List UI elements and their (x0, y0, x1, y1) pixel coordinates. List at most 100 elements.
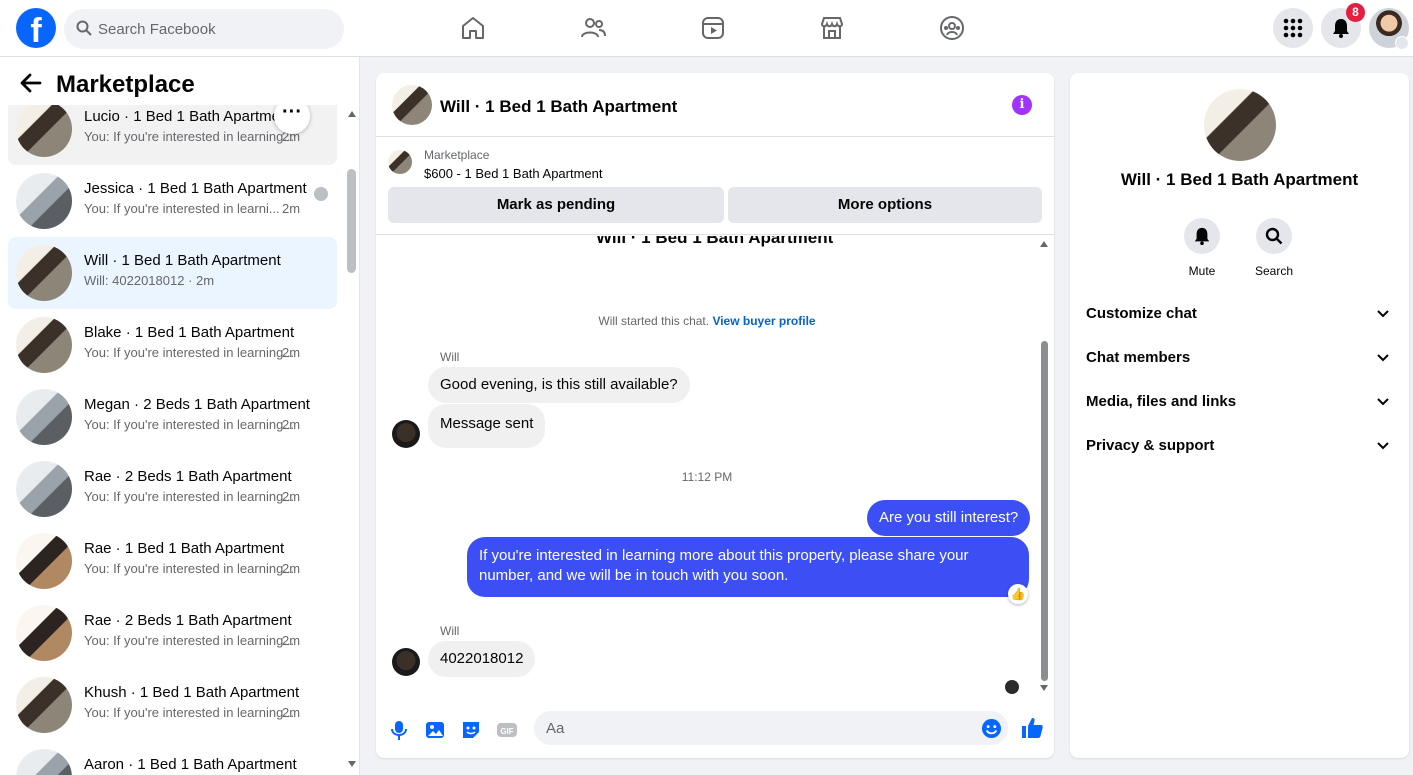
sticker-icon[interactable] (460, 719, 482, 741)
thumbs-up-reaction[interactable]: 👍 (1008, 584, 1028, 604)
notification-count-badge: 8 (1346, 3, 1365, 22)
chat-avatar[interactable] (392, 85, 432, 125)
chat-members-row[interactable]: Chat members (1078, 336, 1401, 380)
conversation-time: 2m (282, 201, 301, 216)
listing-thumbnail (16, 605, 72, 661)
svg-text:GIF: GIF (500, 727, 513, 736)
conversation-item[interactable]: Rae · 2 Beds 1 Bath Apartment You: If yo… (8, 597, 337, 669)
listing-thumbnail (16, 245, 72, 301)
search-box[interactable] (64, 9, 344, 49)
microphone-icon[interactable] (388, 719, 410, 741)
conversation-name: Will · 1 Bed 1 Bath Apartment (84, 252, 281, 269)
bell-icon (1194, 227, 1210, 245)
chat-started-notice: Will started this chat. View buyer profi… (376, 314, 1038, 328)
timestamp-separator: 11:12 PM (681, 470, 733, 484)
chat-panel: Will · 1 Bed 1 Bath Apartment i Marketpl… (376, 73, 1054, 758)
sender-name: Will (440, 350, 460, 364)
back-arrow-icon[interactable] (20, 73, 42, 93)
conversation-preview: You: If you're interested in learning... (84, 129, 295, 144)
conversation-item[interactable]: Rae · 1 Bed 1 Bath Apartment You: If you… (8, 525, 337, 597)
marketplace-icon[interactable] (818, 14, 846, 42)
conversation-time: 2m (282, 489, 301, 504)
search-icon (76, 20, 92, 36)
mute-action[interactable]: Mute (1166, 218, 1238, 278)
message-composer: GIF (376, 703, 1054, 758)
mute-button[interactable] (1184, 218, 1220, 254)
conversation-item[interactable]: Khush · 1 Bed 1 Bath Apartment You: If y… (8, 669, 337, 741)
conversation-item[interactable]: Megan · 2 Beds 1 Bath Apartment You: If … (8, 381, 337, 453)
groups-icon[interactable] (938, 14, 966, 42)
listing-thumbnail (16, 533, 72, 589)
listing-thumbnail (16, 317, 72, 373)
section-label: Privacy & support (1086, 437, 1215, 454)
sender-name: Will (440, 624, 460, 638)
conversation-preview: You: If you're interested in learning... (84, 489, 295, 504)
message-input[interactable] (534, 711, 1008, 745)
conversation-item-active[interactable]: Will · 1 Bed 1 Bath Apartment Will: 4022… (8, 237, 337, 309)
outgoing-message[interactable]: If you're interested in learning more ab… (467, 537, 1029, 597)
conversation-preview: You: If you're interested in learni... (84, 201, 280, 216)
mute-label: Mute (1188, 264, 1216, 278)
listing-bar: Marketplace $600 - 1 Bed 1 Bath Apartmen… (376, 138, 1054, 235)
search-input[interactable] (98, 9, 338, 49)
conversation-name: Blake · 1 Bed 1 Bath Apartment (84, 324, 295, 341)
more-options-button[interactable]: More options (728, 187, 1042, 223)
top-navigation-bar: f 8 (0, 0, 1413, 57)
home-icon[interactable] (459, 14, 487, 42)
left-panel-header: Marketplace (0, 57, 345, 105)
conversation-item[interactable]: Jessica · 1 Bed 1 Bath Apartment You: If… (8, 165, 337, 237)
sender-avatar[interactable] (392, 648, 420, 676)
incoming-message[interactable]: Message sent (428, 404, 546, 448)
incoming-message[interactable]: 4022018012 (428, 641, 536, 677)
conversation-item[interactable]: Blake · 1 Bed 1 Bath Apartment You: If y… (8, 309, 337, 381)
chat-details-avatar[interactable] (1204, 89, 1276, 161)
left-scrollbar[interactable] (347, 169, 356, 273)
conversation-time: 2m (282, 705, 301, 720)
conversation-list: Lucio · 1 Bed 1 Bath Apartment You: If y… (8, 93, 338, 775)
view-buyer-profile-link[interactable]: View buyer profile (712, 314, 815, 328)
conversation-preview: You: If you're interested in learning... (84, 417, 295, 432)
video-icon[interactable] (699, 14, 727, 42)
mark-as-pending-button[interactable]: Mark as pending (388, 187, 724, 223)
conversation-name: Jessica · 1 Bed 1 Bath Apartment (84, 180, 307, 197)
customize-chat-row[interactable]: Customize chat (1078, 292, 1401, 336)
conversation-time: 2m (282, 345, 301, 360)
marketplace-conversations-panel: Marketplace Lucio · 1 Bed 1 Bath Apartme… (0, 57, 360, 775)
privacy-support-row[interactable]: Privacy & support (1078, 424, 1401, 468)
conversation-time: 2m (282, 561, 301, 576)
menu-button[interactable] (1273, 8, 1313, 48)
outgoing-message[interactable]: Are you still interest? (867, 500, 1031, 536)
scroll-down-arrow-icon[interactable] (348, 761, 356, 767)
search-icon (1265, 227, 1283, 245)
message-thread: Will · 1 Bed 1 Bath Apartment Will start… (376, 236, 1054, 698)
listing-thumbnail (16, 173, 72, 229)
chat-scroll-up-icon[interactable] (1040, 241, 1048, 247)
scroll-up-arrow-icon[interactable] (348, 111, 356, 117)
like-icon[interactable] (1020, 716, 1044, 740)
gif-icon[interactable]: GIF (496, 719, 518, 741)
search-action[interactable]: Search (1238, 218, 1310, 278)
friends-icon[interactable] (579, 14, 607, 42)
listing-thumbnail (16, 389, 72, 445)
seen-avatar-icon (314, 187, 328, 201)
media-files-links-row[interactable]: Media, files and links (1078, 380, 1401, 424)
sender-avatar[interactable] (392, 420, 420, 448)
incoming-message[interactable]: Good evening, is this still available? (428, 367, 690, 403)
listing-thumbnail (16, 749, 72, 775)
search-button[interactable] (1256, 218, 1292, 254)
conversation-item[interactable]: Rae · 2 Beds 1 Bath Apartment You: If yo… (8, 453, 337, 525)
listing-thumbnail[interactable] (388, 150, 412, 174)
conversation-preview: You: If you're interested in learning... (84, 561, 295, 576)
info-icon[interactable]: i (1012, 95, 1032, 115)
emoji-icon[interactable] (981, 718, 1002, 739)
chat-title[interactable]: Will · 1 Bed 1 Bath Apartment (440, 97, 677, 117)
chat-scroll-down-icon[interactable] (1040, 685, 1048, 691)
facebook-logo[interactable]: f (16, 8, 56, 48)
photo-icon[interactable] (424, 719, 446, 741)
chat-scrollbar[interactable] (1041, 341, 1048, 681)
conversation-preview: Will: 4022018012 · 2m (84, 273, 215, 288)
conversation-item[interactable]: Aaron · 1 Bed 1 Bath Apartment (8, 741, 337, 775)
listing-price[interactable]: $600 - 1 Bed 1 Bath Apartment (424, 166, 603, 181)
account-chevron-icon[interactable] (1395, 36, 1409, 50)
listing-thumbnail (16, 101, 72, 157)
